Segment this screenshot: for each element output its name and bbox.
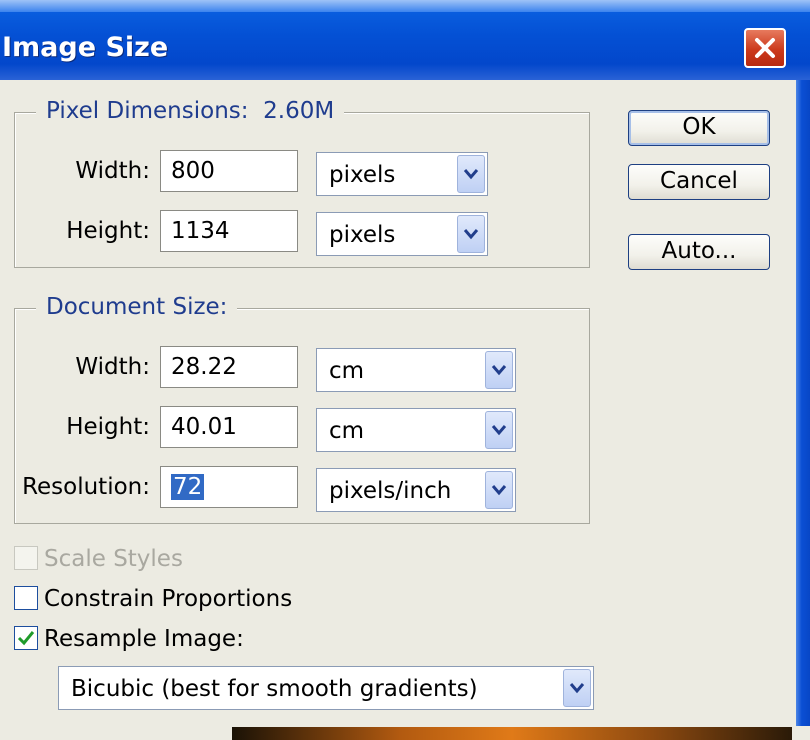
document-size-legend: Document Size:	[36, 292, 238, 322]
window-frame-right	[796, 80, 810, 730]
checkmark-icon	[17, 631, 35, 646]
pixel-height-unit: pixels	[329, 222, 396, 248]
doc-height-input[interactable]: 40.01	[160, 406, 298, 448]
resample-image-label[interactable]: Resample Image:	[44, 624, 244, 654]
pixel-dimensions-legend: Pixel Dimensions: 2.60M	[36, 96, 345, 126]
chevron-down-icon	[491, 365, 507, 376]
resolution-input[interactable]: 72	[160, 466, 298, 508]
doc-height-unit: cm	[329, 418, 365, 444]
dropdown-button[interactable]	[485, 411, 513, 449]
pixel-width-unit: pixels	[329, 162, 396, 188]
resample-image-checkbox[interactable]	[14, 626, 38, 650]
resample-method-select[interactable]: Bicubic (best for smooth gradients)	[58, 666, 594, 710]
chevron-down-icon	[463, 229, 479, 240]
cancel-button[interactable]: Cancel	[628, 164, 770, 200]
scale-styles-checkbox[interactable]	[14, 546, 38, 570]
background-image-strip	[232, 727, 792, 740]
pixel-height-unit-select[interactable]: pixels	[316, 212, 488, 256]
pixel-height-input[interactable]: 1134	[160, 210, 298, 252]
pixel-height-label: Height:	[66, 218, 150, 244]
title-bar[interactable]: Image Size	[0, 0, 810, 80]
auto-button[interactable]: Auto...	[628, 234, 770, 270]
doc-height-label: Height:	[66, 414, 150, 440]
resolution-unit: pixels/inch	[329, 478, 452, 504]
dropdown-button[interactable]	[563, 669, 591, 707]
dropdown-button[interactable]	[485, 471, 513, 509]
window-frame-top	[0, 0, 810, 12]
resolution-unit-select[interactable]: pixels/inch	[316, 468, 516, 512]
resample-method-value: Bicubic (best for smooth gradients)	[71, 676, 478, 702]
doc-width-input[interactable]: 28.22	[160, 346, 298, 388]
dropdown-button[interactable]	[457, 215, 485, 253]
chevron-down-icon	[491, 425, 507, 436]
doc-width-label: Width:	[75, 354, 150, 380]
close-icon	[755, 38, 775, 58]
doc-width-unit-select[interactable]: cm	[316, 348, 516, 392]
pixel-width-label: Width:	[75, 158, 150, 184]
constrain-proportions-label[interactable]: Constrain Proportions	[44, 584, 292, 614]
pixel-width-input[interactable]: 800	[160, 150, 298, 192]
resolution-label: Resolution:	[22, 474, 150, 500]
pixel-width-unit-select[interactable]: pixels	[316, 152, 488, 196]
constrain-proportions-checkbox[interactable]	[14, 586, 38, 610]
doc-height-value: 40.01	[171, 414, 237, 440]
doc-height-unit-select[interactable]: cm	[316, 408, 516, 452]
pixel-height-value: 1134	[171, 218, 230, 244]
ok-button[interactable]: OK	[628, 110, 770, 146]
window-title: Image Size	[2, 32, 169, 63]
doc-width-value: 28.22	[171, 354, 237, 380]
doc-width-unit: cm	[329, 358, 365, 384]
pixel-width-value: 800	[171, 158, 215, 184]
chevron-down-icon	[491, 485, 507, 496]
resolution-value: 72	[171, 474, 205, 500]
chevron-down-icon	[463, 169, 479, 180]
scale-styles-label: Scale Styles	[44, 546, 183, 572]
dropdown-button[interactable]	[457, 155, 485, 193]
dropdown-button[interactable]	[485, 351, 513, 389]
close-button[interactable]	[744, 28, 786, 68]
chevron-down-icon	[569, 683, 585, 694]
